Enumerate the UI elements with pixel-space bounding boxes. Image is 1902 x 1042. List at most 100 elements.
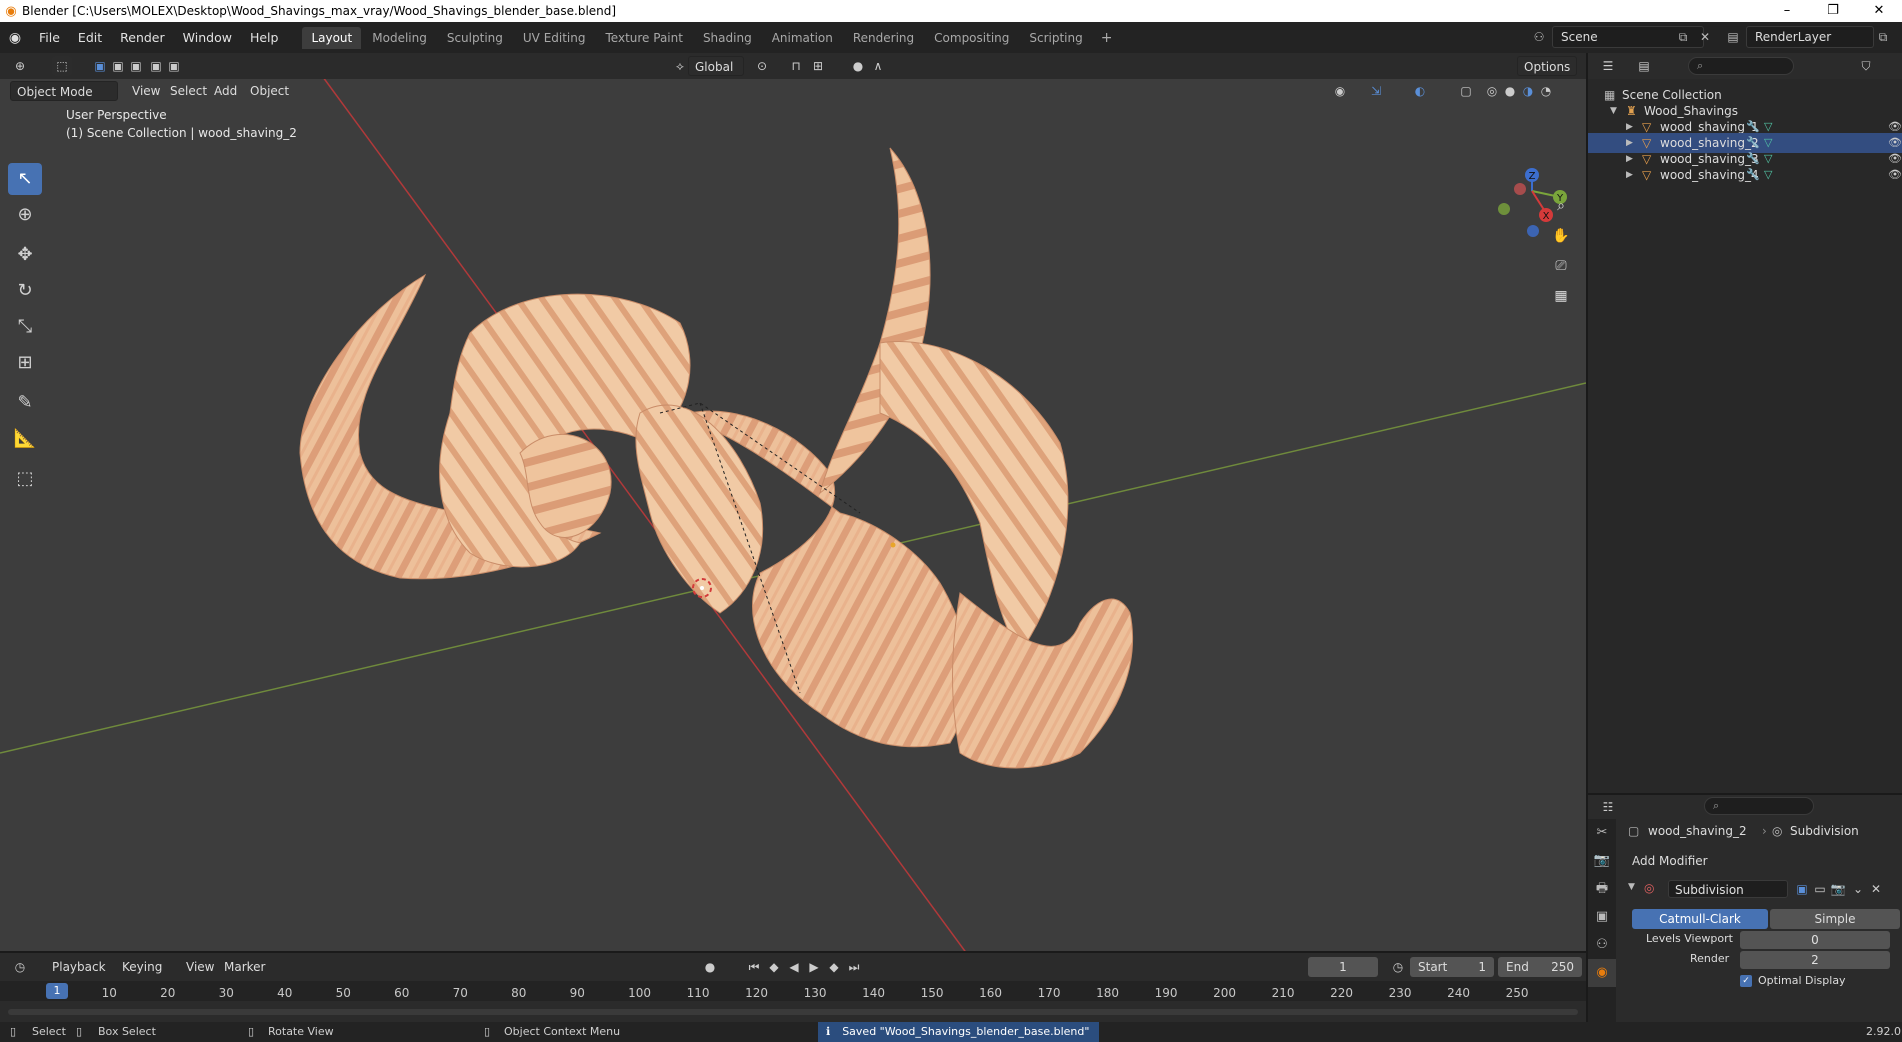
tab-uv-editing[interactable]: UV Editing bbox=[514, 27, 595, 49]
menu-add[interactable]: Add bbox=[208, 81, 243, 101]
optimal-display-checkbox[interactable]: ✓ bbox=[1740, 975, 1752, 987]
render-levels-field[interactable]: 2 bbox=[1740, 951, 1890, 969]
gizmo-neg-y-button[interactable] bbox=[1498, 203, 1510, 215]
wood-shaving-4-mesh[interactable] bbox=[819, 147, 931, 495]
snap-target-icon[interactable]: ⊞ bbox=[808, 56, 828, 76]
menu-edit[interactable]: Edit bbox=[69, 22, 111, 53]
timeline-view-menu[interactable]: View bbox=[180, 957, 220, 977]
modifier-name-field[interactable]: Subdivision bbox=[1668, 880, 1788, 898]
gizmo-neg-x-button[interactable] bbox=[1514, 183, 1526, 195]
close-button[interactable]: ✕ bbox=[1856, 0, 1902, 22]
tab-texture-paint[interactable]: Texture Paint bbox=[597, 27, 692, 49]
tab-compositing[interactable]: Compositing bbox=[925, 27, 1018, 49]
scene-icon[interactable]: ⚇ bbox=[1528, 27, 1550, 47]
menu-object[interactable]: Object bbox=[244, 81, 295, 101]
editor-type-icon[interactable]: ⊕ bbox=[10, 56, 30, 76]
zoom-icon[interactable]: ⌕ bbox=[1548, 193, 1574, 219]
3d-viewport[interactable]: Z Y X ⊕ ⬚ ▣ ▣ ▣ ▣ ▣ ⟡ Global ⊙ ⊓ ⊞ ● ∧ O… bbox=[0, 53, 1586, 958]
select-mode-new-icon[interactable]: ▣ bbox=[90, 56, 110, 76]
collapse-chevron-icon[interactable]: ▼ bbox=[1628, 882, 1635, 892]
rendered-shading-icon[interactable]: ◔ bbox=[1536, 81, 1556, 101]
xray-icon[interactable]: ▢ bbox=[1456, 81, 1476, 101]
maximize-button[interactable]: ❐ bbox=[1810, 0, 1856, 22]
levels-viewport-field[interactable]: 0 bbox=[1740, 931, 1890, 949]
tab-modeling[interactable]: Modeling bbox=[363, 27, 436, 49]
jump-end-icon[interactable]: ⏭ bbox=[844, 957, 864, 977]
menu-view[interactable]: View bbox=[126, 81, 166, 101]
play-icon[interactable]: ▶ bbox=[804, 957, 824, 977]
start-frame-field[interactable]: Start 1 bbox=[1410, 957, 1494, 977]
expand-chevron-icon[interactable]: ▶ bbox=[1626, 165, 1633, 185]
new-layer-icon[interactable]: ⧉ bbox=[1872, 27, 1894, 47]
timeline-editor-type-icon[interactable]: ◷ bbox=[10, 957, 30, 977]
transform-orientation-dropdown[interactable]: Global bbox=[688, 56, 744, 76]
render-tab-icon[interactable]: 📷 bbox=[1588, 847, 1616, 875]
blender-menu-icon[interactable]: ◉ bbox=[0, 30, 30, 46]
options-dropdown[interactable]: Options bbox=[1517, 56, 1578, 76]
render-layer-icon[interactable]: ▤ bbox=[1722, 27, 1744, 47]
current-frame-field[interactable]: 1 bbox=[1308, 957, 1378, 977]
editmode-toggle-icon[interactable]: ▣ bbox=[1792, 879, 1812, 899]
prev-keyframe-icon[interactable]: ◆ bbox=[764, 957, 784, 977]
display-mode-icon[interactable]: ▤ bbox=[1634, 56, 1654, 76]
tab-scripting[interactable]: Scripting bbox=[1020, 27, 1091, 49]
menu-select[interactable]: Select bbox=[164, 81, 213, 101]
visibility-icon[interactable]: ◉ bbox=[1330, 81, 1350, 101]
material-shading-icon[interactable]: ◑ bbox=[1518, 81, 1538, 101]
next-keyframe-icon[interactable]: ◆ bbox=[824, 957, 844, 977]
pivot-point-icon[interactable]: ⊙ bbox=[752, 56, 772, 76]
modifier-wrench-icon[interactable]: 🔧 bbox=[1746, 165, 1760, 185]
visibility-eye-icon[interactable]: 👁 bbox=[1888, 165, 1902, 185]
tab-shading[interactable]: Shading bbox=[694, 27, 761, 49]
wireframe-shading-icon[interactable]: ◎ bbox=[1482, 81, 1502, 101]
ortho-grid-icon[interactable]: ▦ bbox=[1548, 283, 1574, 309]
remove-modifier-icon[interactable]: ✕ bbox=[1866, 879, 1886, 899]
select-mode-invert-icon[interactable]: ▣ bbox=[146, 56, 166, 76]
tool-tab-icon[interactable]: ✂ bbox=[1588, 819, 1616, 847]
menu-window[interactable]: Window bbox=[174, 22, 241, 53]
view-layer-tab-icon[interactable]: ▣ bbox=[1588, 903, 1616, 931]
new-scene-icon[interactable]: ⧉ bbox=[1672, 27, 1694, 47]
pan-hand-icon[interactable]: ✋ bbox=[1548, 223, 1574, 249]
outliner-editor-type-icon[interactable]: ☰ bbox=[1598, 56, 1618, 76]
rotate-tool-icon[interactable]: ↻ bbox=[8, 275, 42, 307]
delete-scene-icon[interactable]: ✕ bbox=[1694, 27, 1716, 47]
keying-menu[interactable]: Keying bbox=[116, 957, 168, 977]
annotate-tool-icon[interactable]: ✎ bbox=[8, 387, 42, 419]
proportional-falloff-icon[interactable]: ∧ bbox=[868, 56, 888, 76]
gizmo-neg-z-button[interactable] bbox=[1527, 225, 1539, 237]
transform-tool-icon[interactable]: ⊞ bbox=[8, 347, 42, 379]
select-mode-intersect-icon[interactable]: ▣ bbox=[164, 56, 184, 76]
scale-tool-icon[interactable]: ⤡ bbox=[8, 311, 42, 343]
playback-menu[interactable]: Playback bbox=[46, 957, 112, 977]
overlay-toggle-icon[interactable]: ◐ bbox=[1410, 81, 1430, 101]
select-mode-subtract-icon[interactable]: ▣ bbox=[126, 56, 146, 76]
outliner-search-input[interactable]: ⌕ bbox=[1688, 57, 1794, 75]
add-modifier-button[interactable]: Add Modifier bbox=[1632, 854, 1708, 868]
mesh-data-icon[interactable]: ▽ bbox=[1764, 165, 1772, 185]
outliner-item-wood-shaving-4[interactable]: ▶ ▽ wood_shaving_4 🔧 ▽ 👁 bbox=[1588, 165, 1902, 185]
wood-shaving-tail-mesh[interactable] bbox=[952, 592, 1134, 769]
menu-render[interactable]: Render bbox=[111, 22, 174, 53]
viewport-scene[interactable]: Z Y X bbox=[0, 53, 1586, 958]
modifier-menu-icon[interactable]: ⌄ bbox=[1848, 879, 1868, 899]
tab-animation[interactable]: Animation bbox=[763, 27, 842, 49]
cursor-tool-icon[interactable]: ⊕ bbox=[8, 199, 42, 231]
jump-start-icon[interactable]: ⏮ bbox=[744, 957, 764, 977]
gizmo-toggle-icon[interactable]: ⇲ bbox=[1366, 81, 1386, 101]
end-frame-field[interactable]: End 250 bbox=[1498, 957, 1582, 977]
filter-icon[interactable]: ⛉ bbox=[1856, 56, 1876, 76]
move-tool-icon[interactable]: ✥ bbox=[8, 239, 42, 271]
menu-file[interactable]: File bbox=[30, 22, 69, 53]
menu-help[interactable]: Help bbox=[241, 22, 288, 53]
render-layer-selector[interactable]: RenderLayer bbox=[1746, 26, 1874, 48]
snap-icon[interactable]: ⊓ bbox=[786, 56, 806, 76]
proportional-edit-icon[interactable]: ● bbox=[848, 56, 868, 76]
viewport-toggle-icon[interactable]: ▭ bbox=[1810, 879, 1830, 899]
camera-icon[interactable]: ⎚ bbox=[1548, 253, 1574, 279]
scene-tab-icon[interactable]: ⚇ bbox=[1588, 931, 1616, 959]
catmull-clark-button[interactable]: Catmull-Clark bbox=[1632, 909, 1768, 929]
mode-dropdown[interactable]: Object Mode bbox=[10, 81, 118, 101]
minimize-button[interactable]: – bbox=[1764, 0, 1810, 22]
select-box-tool-icon[interactable]: ↖ bbox=[8, 163, 42, 195]
